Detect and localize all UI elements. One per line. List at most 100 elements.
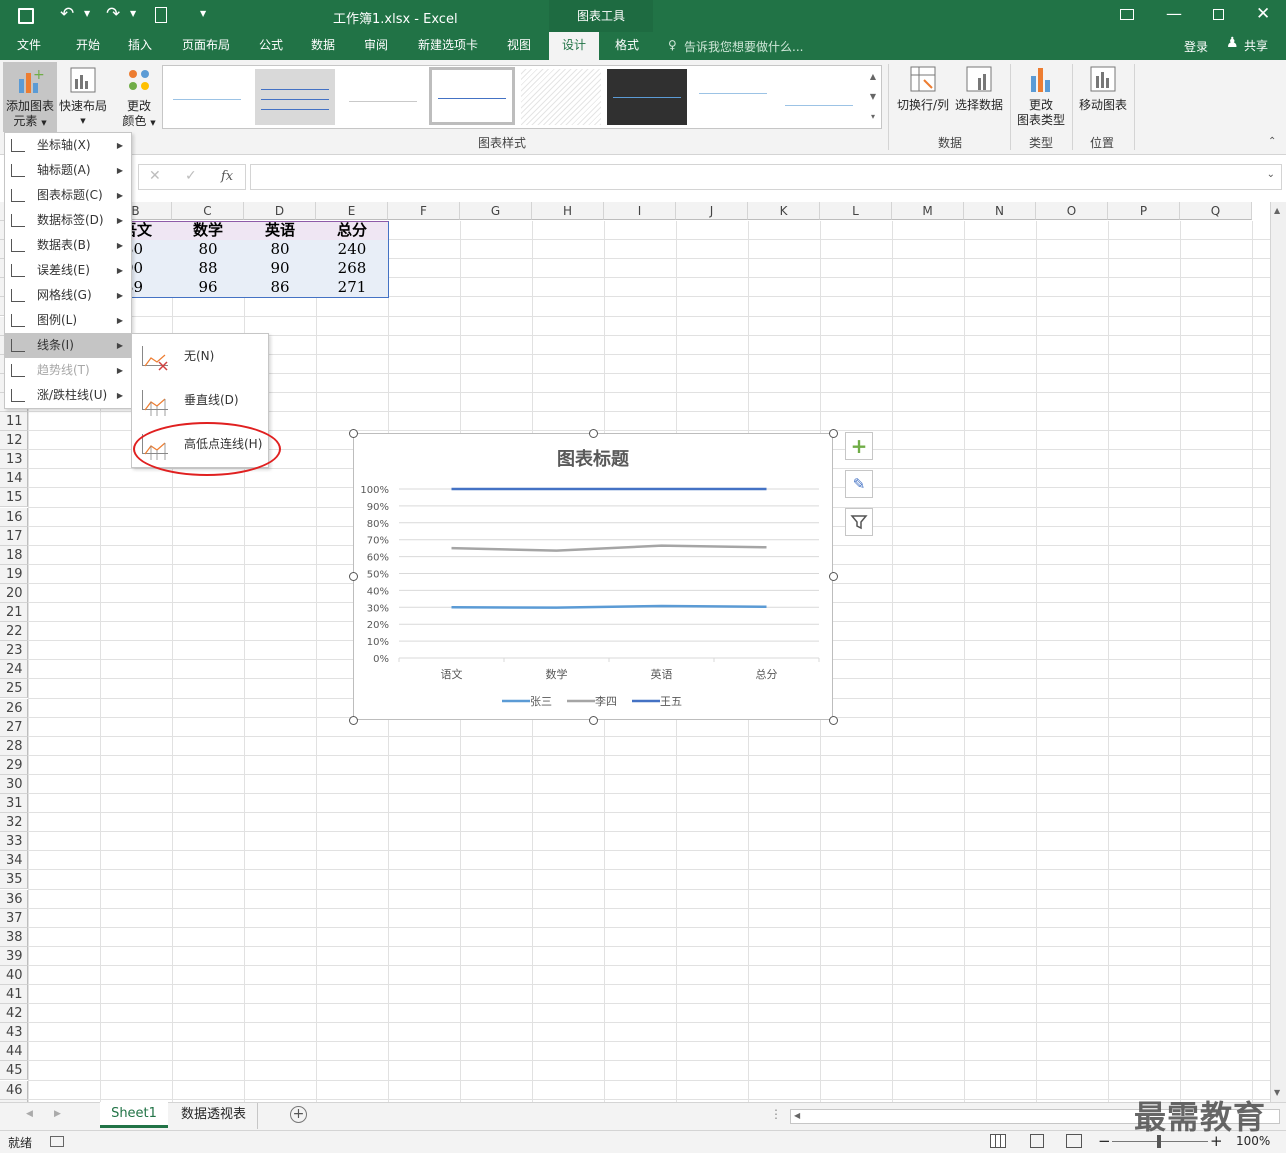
chart-resize-handle[interactable] bbox=[349, 572, 358, 581]
maximize-icon[interactable] bbox=[1213, 9, 1224, 20]
submenu-item[interactable]: 垂直线(D) bbox=[132, 378, 268, 422]
column-header[interactable]: I bbox=[604, 202, 676, 220]
chart-resize-handle[interactable] bbox=[349, 716, 358, 725]
vertical-scrollbar[interactable]: ▲ ▼ bbox=[1270, 202, 1286, 1102]
column-header[interactable]: Q bbox=[1180, 202, 1252, 220]
next-sheet-icon[interactable]: ▶ bbox=[54, 1109, 61, 1119]
tab-page-layout[interactable]: 页面布局 bbox=[172, 32, 240, 60]
minimize-icon[interactable]: — bbox=[1166, 4, 1182, 23]
column-header[interactable]: D bbox=[244, 202, 316, 220]
chart-resize-handle[interactable] bbox=[589, 716, 598, 725]
chart-style-4[interactable] bbox=[429, 67, 515, 125]
row-header[interactable]: 44 bbox=[0, 1042, 28, 1062]
new-sheet-icon[interactable]: + bbox=[290, 1106, 307, 1123]
insert-function-icon[interactable]: fx bbox=[221, 169, 233, 184]
column-header[interactable]: E bbox=[316, 202, 388, 220]
switch-row-column-button[interactable]: 切换行/列 bbox=[894, 64, 952, 124]
row-header[interactable]: 35 bbox=[0, 870, 28, 890]
tab-new-tab[interactable]: 新建选项卡 bbox=[408, 32, 488, 60]
column-header[interactable]: N bbox=[964, 202, 1036, 220]
line-chart[interactable]: 图表标题 0% 10% 20% 30% 40% 50% 60% 70% 80% 90% 100% 语文 数… bbox=[353, 433, 833, 720]
row-header[interactable]: 31 bbox=[0, 794, 28, 814]
chart-filter-icon[interactable] bbox=[845, 508, 873, 536]
row-header[interactable]: 14 bbox=[0, 469, 28, 489]
column-header[interactable]: J bbox=[676, 202, 748, 220]
add-chart-element-button[interactable]: + 添加图表 元素 ▼ bbox=[3, 62, 57, 132]
normal-view-icon[interactable] bbox=[990, 1134, 1006, 1148]
row-header[interactable]: 13 bbox=[0, 450, 28, 470]
tab-formulas[interactable]: 公式 bbox=[250, 32, 292, 60]
row-header[interactable]: 21 bbox=[0, 603, 28, 623]
chart-resize-handle[interactable] bbox=[589, 429, 598, 438]
gallery-scroll-up-icon[interactable]: ▲ bbox=[866, 68, 880, 86]
column-header[interactable]: F bbox=[388, 202, 460, 220]
column-header[interactable]: O bbox=[1036, 202, 1108, 220]
close-icon[interactable]: ✕ bbox=[1256, 4, 1270, 24]
enter-icon[interactable]: ✓ bbox=[185, 168, 197, 184]
row-header[interactable]: 33 bbox=[0, 832, 28, 852]
page-layout-view-icon[interactable] bbox=[1030, 1134, 1044, 1148]
customize-qat-icon[interactable]: ▼ bbox=[200, 9, 206, 18]
menu-item[interactable]: 图例(L) ▶ bbox=[5, 308, 131, 333]
page-break-view-icon[interactable] bbox=[1066, 1134, 1082, 1148]
row-header[interactable]: 15 bbox=[0, 488, 28, 508]
tell-me-box[interactable]: 告诉我您想要做什么... bbox=[684, 38, 803, 55]
scroll-up-icon[interactable]: ▲ bbox=[1274, 206, 1280, 215]
row-header[interactable]: 34 bbox=[0, 851, 28, 871]
scroll-left-icon[interactable]: ◀ bbox=[794, 1111, 800, 1120]
redo-dropdown-icon[interactable]: ▼ bbox=[130, 9, 136, 18]
column-header[interactable]: P bbox=[1108, 202, 1180, 220]
macro-record-icon[interactable] bbox=[50, 1136, 64, 1147]
cancel-icon[interactable]: ✕ bbox=[149, 168, 161, 184]
gallery-scroll-down-icon[interactable]: ▼ bbox=[866, 88, 880, 106]
collapse-ribbon-icon[interactable]: ⌃ bbox=[1268, 136, 1276, 147]
row-header[interactable]: 36 bbox=[0, 889, 28, 909]
row-header[interactable]: 32 bbox=[0, 813, 28, 833]
tab-home[interactable]: 开始 bbox=[66, 32, 110, 60]
tab-insert[interactable]: 插入 bbox=[118, 32, 162, 60]
tab-format[interactable]: 格式 bbox=[605, 32, 649, 60]
tab-review[interactable]: 审阅 bbox=[354, 32, 398, 60]
gallery-more-icon[interactable]: ▾ bbox=[866, 108, 880, 126]
chart-style-1[interactable] bbox=[167, 69, 247, 125]
row-header[interactable]: 19 bbox=[0, 564, 28, 584]
row-header[interactable]: 22 bbox=[0, 622, 28, 642]
menu-item[interactable]: 线条(I) ▶ bbox=[5, 333, 131, 358]
chart-style-3[interactable] bbox=[343, 69, 423, 125]
row-header[interactable]: 37 bbox=[0, 908, 28, 928]
row-header[interactable]: 41 bbox=[0, 985, 28, 1005]
row-header[interactable]: 45 bbox=[0, 1061, 28, 1081]
tab-file[interactable]: 文件 bbox=[6, 32, 52, 60]
row-header[interactable]: 18 bbox=[0, 545, 28, 565]
column-header[interactable]: K bbox=[748, 202, 820, 220]
column-header[interactable]: L bbox=[820, 202, 892, 220]
row-header[interactable]: 23 bbox=[0, 641, 28, 661]
chart-elements-plus-icon[interactable]: + bbox=[845, 432, 873, 460]
chart-resize-handle[interactable] bbox=[349, 429, 358, 438]
column-header[interactable]: G bbox=[460, 202, 532, 220]
row-header[interactable]: 46 bbox=[0, 1080, 28, 1100]
chart-resize-handle[interactable] bbox=[829, 572, 838, 581]
save-icon[interactable] bbox=[18, 8, 34, 24]
tab-design[interactable]: 设计 bbox=[549, 32, 599, 60]
chart-style-5[interactable] bbox=[521, 69, 601, 125]
change-chart-type-button[interactable]: 更改 图表类型 bbox=[1014, 64, 1068, 130]
row-header[interactable]: 27 bbox=[0, 717, 28, 737]
row-header[interactable]: 11 bbox=[0, 412, 28, 432]
column-header[interactable]: H bbox=[532, 202, 604, 220]
undo-icon[interactable]: ↶ bbox=[60, 4, 74, 24]
chart-style-8[interactable] bbox=[779, 69, 859, 125]
tab-view[interactable]: 视图 bbox=[498, 32, 540, 60]
move-chart-button[interactable]: 移动图表 bbox=[1076, 64, 1130, 124]
submenu-item[interactable]: 无(N) bbox=[132, 334, 268, 378]
menu-item[interactable]: 数据标签(D) ▶ bbox=[5, 208, 131, 233]
row-header[interactable]: 40 bbox=[0, 965, 28, 985]
share-button[interactable]: 共享 bbox=[1244, 37, 1268, 54]
row-header[interactable]: 20 bbox=[0, 583, 28, 603]
quick-layout-button[interactable]: 快速布局 ▼ bbox=[58, 62, 108, 132]
tab-split-icon[interactable]: ⋮ bbox=[770, 1107, 782, 1121]
ribbon-display-options-icon[interactable] bbox=[1120, 9, 1134, 20]
scroll-down-icon[interactable]: ▼ bbox=[1274, 1088, 1280, 1097]
select-data-button[interactable]: 选择数据 bbox=[952, 64, 1006, 124]
menu-item[interactable]: 网格线(G) ▶ bbox=[5, 283, 131, 308]
